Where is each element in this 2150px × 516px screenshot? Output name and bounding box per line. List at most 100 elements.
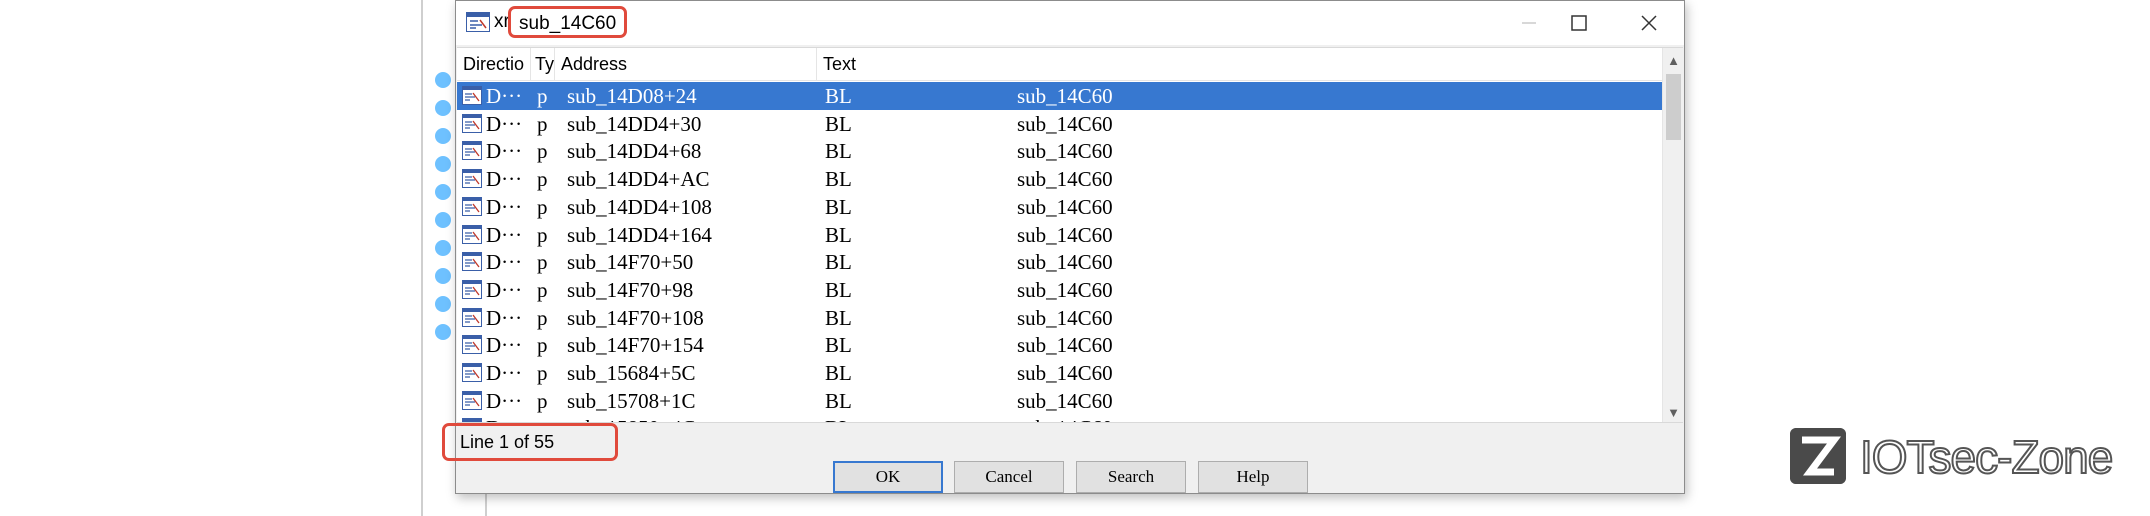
help-button[interactable]: Help [1198, 461, 1308, 493]
xref-row-icon [462, 169, 482, 189]
status-line: Line 1 of 55 [460, 432, 555, 452]
cell-address: sub_14DD4+30 [567, 111, 702, 136]
vertical-scrollbar[interactable]: ▲ ▼ [1662, 48, 1683, 422]
title-bar[interactable]: xrefs to sub_14C60 [456, 1, 1684, 45]
table-row[interactable]: D··· p sub_14F70+108 BL sub_14C60 [457, 304, 1662, 332]
minimize-icon [1522, 22, 1536, 24]
cell-instruction: BL [825, 222, 852, 247]
cell-direction: D··· [486, 361, 523, 385]
cell-instruction: BL [825, 277, 852, 302]
watermark: IOTsec-Zone [1790, 428, 2120, 486]
cell-address: sub_14DD4+108 [567, 194, 712, 219]
cell-direction: D··· [486, 414, 528, 422]
table-row[interactable]: D··· p sub_14DD4+108 BL sub_14C60 [457, 193, 1662, 221]
breakpoint-dot [435, 296, 451, 312]
cell-direction: D··· [486, 84, 523, 108]
cell-target: sub_14C60 [1017, 194, 1113, 219]
cell-target: sub_14C60 [1017, 167, 1113, 192]
cell-type: p [537, 361, 548, 385]
cell-type: p [537, 84, 548, 108]
cell-address: sub_14F70+108 [567, 305, 704, 330]
cell-type: p [537, 333, 548, 358]
table-row[interactable]: D··· p sub_14F70+50 BL sub_14C60 [457, 248, 1662, 276]
cell-type: p [537, 414, 553, 422]
breakpoint-dot [435, 240, 451, 256]
dialog-title-target: sub_14C60 [508, 6, 628, 38]
cell-type: p [537, 167, 548, 192]
column-header-type[interactable]: Ty [531, 48, 555, 81]
xref-row-icon [462, 196, 482, 216]
column-header-address[interactable]: Address [555, 48, 817, 81]
cell-direction: D··· [486, 222, 523, 247]
cell-target: sub_14C60 [1017, 388, 1113, 413]
cell-target: sub_14C60 [1017, 84, 1113, 108]
cell-direction: D··· [486, 305, 523, 330]
cell-target: sub_14C60 [1017, 414, 1217, 422]
table-row[interactable]: D··· p sub_14DD4+164 BL sub_14C60 [457, 221, 1662, 249]
cell-direction: D··· [486, 388, 523, 413]
cell-address: sub_14F70+154 [567, 333, 704, 358]
cell-address: sub_15850+4C [567, 414, 817, 422]
cell-instruction: BL [825, 139, 852, 164]
cancel-button[interactable]: Cancel [954, 461, 1064, 493]
cell-direction: D··· [486, 333, 523, 358]
cell-type: p [537, 139, 548, 164]
cell-address: sub_14F70+98 [567, 277, 694, 302]
xref-row-icon [462, 279, 482, 299]
scroll-up-button[interactable]: ▲ [1663, 50, 1683, 70]
scroll-down-button[interactable]: ▼ [1663, 402, 1683, 422]
column-header-text[interactable]: Text [817, 48, 1662, 81]
breakpoint-dot [435, 156, 451, 172]
table-row[interactable]: D··· p sub_14DD4+30 BL sub_14C60 [457, 110, 1662, 138]
table-row[interactable]: D··· p sub_14F70+154 BL sub_14C60 [457, 331, 1662, 359]
breakpoint-dot [435, 324, 451, 340]
table-row[interactable]: D··· p sub_14DD4+AC BL sub_14C60 [457, 165, 1662, 193]
maximize-button[interactable] [1546, 1, 1612, 45]
table-row[interactable]: D··· p sub_15850+4C BL sub_14C60 [457, 414, 1662, 422]
cell-direction: D··· [486, 111, 523, 136]
watermark-text: IOTsec-Zone [1859, 430, 2114, 484]
table-row[interactable]: D··· p sub_14D08+24 BL sub_14C60 [457, 82, 1662, 110]
iotsec-logo-icon [1790, 428, 1846, 484]
xref-row-icon [462, 390, 482, 410]
table-row[interactable]: D··· p sub_15684+5C BL sub_14C60 [457, 359, 1662, 387]
cell-address: sub_14D08+24 [567, 84, 697, 108]
list-rows: D··· p sub_14D08+24 BL sub_14C60 D··· p sub_14D… [457, 82, 1662, 422]
search-button[interactable]: Search [1076, 461, 1186, 493]
cell-target: sub_14C60 [1017, 250, 1113, 275]
close-icon [1641, 15, 1657, 31]
cell-type: p [537, 194, 548, 219]
cell-direction: D··· [486, 167, 523, 192]
xref-row-icon [462, 335, 482, 355]
cell-target: sub_14C60 [1017, 139, 1113, 164]
cell-direction: D··· [486, 194, 523, 219]
table-row[interactable]: D··· p sub_15708+1C BL sub_14C60 [457, 387, 1662, 415]
ok-button[interactable]: OK [833, 461, 943, 493]
chevron-up-icon: ▲ [1667, 52, 1680, 68]
breakpoint-dot [435, 100, 451, 116]
cell-target: sub_14C60 [1017, 333, 1113, 358]
table-row[interactable]: D··· p sub_14F70+98 BL sub_14C60 [457, 276, 1662, 304]
close-button[interactable] [1616, 1, 1682, 45]
breakpoint-dot [435, 128, 451, 144]
scroll-thumb[interactable] [1666, 74, 1681, 140]
xrefs-list[interactable]: Directio Ty Address Text D··· p sub_14D08+… [457, 47, 1683, 423]
xrefs-window-icon [466, 12, 490, 32]
cell-target: sub_14C60 [1017, 222, 1113, 247]
breakpoint-gutter [432, 70, 456, 340]
breakpoint-dot [435, 268, 451, 284]
cell-instruction: BL [825, 167, 852, 192]
cell-target: sub_14C60 [1017, 361, 1113, 385]
xref-row-icon [462, 307, 482, 327]
cell-instruction: BL [825, 414, 885, 422]
xref-row-icon [462, 141, 482, 161]
cell-type: p [537, 388, 548, 413]
table-row[interactable]: D··· p sub_14DD4+68 BL sub_14C60 [457, 137, 1662, 165]
xref-row-icon [462, 113, 482, 133]
column-header-direction[interactable]: Directio [457, 48, 531, 81]
cell-address: sub_14F70+50 [567, 250, 694, 275]
cell-instruction: BL [825, 250, 852, 275]
cell-type: p [537, 111, 548, 136]
cell-type: p [537, 250, 548, 275]
xref-row-icon [462, 224, 482, 244]
